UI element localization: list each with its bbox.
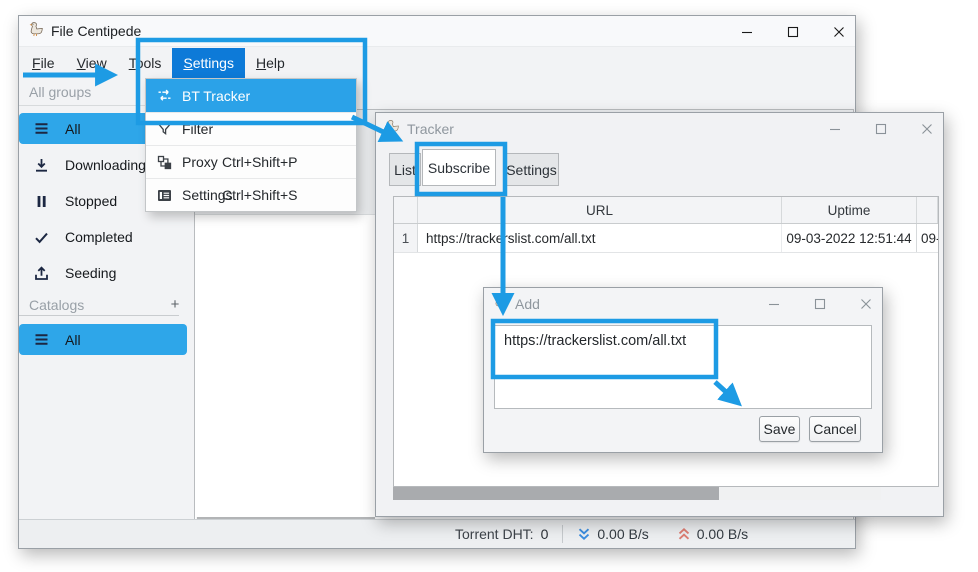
cancel-button[interactable]: Cancel [809, 416, 861, 442]
minimize-icon[interactable] [767, 297, 780, 310]
swap-arrows-icon [156, 87, 173, 104]
minimize-icon[interactable] [740, 25, 753, 38]
settings-dropdown-menu: BT Tracker Filter Proxy Ctrl+Shift+P Set… [145, 78, 357, 212]
check-icon [33, 229, 50, 246]
maximize-icon[interactable] [874, 122, 887, 135]
menu-icon [33, 120, 50, 137]
proxy-shortcut: Ctrl+Shift+P [222, 154, 297, 170]
col-added-clipped[interactable]: A [917, 197, 938, 223]
save-button[interactable]: Save [759, 416, 800, 442]
main-window-controls [740, 16, 845, 47]
menu-item-bt-tracker[interactable]: BT Tracker [146, 79, 356, 112]
tracker-window-controls [828, 113, 933, 144]
row-uptime: 09-03-2022 12:51:44 [782, 224, 917, 252]
upload-speed: 0.00 B/s [697, 526, 748, 542]
proxy-network-icon [156, 154, 173, 171]
close-icon[interactable] [920, 122, 933, 135]
app-duck-icon [385, 119, 400, 139]
close-icon[interactable] [859, 297, 872, 310]
filter-icon [156, 121, 173, 138]
pause-icon [33, 193, 50, 210]
sidebar-item-seeding[interactable]: Seeding [19, 258, 187, 288]
tracker-hscrollbar-thumb[interactable] [393, 487, 719, 500]
add-dialog: Add https://trackerslist.com/all.txt Sav… [483, 287, 883, 453]
menubar: File View Tools Settings Help [21, 48, 296, 78]
row-url: https://trackerslist.com/all.txt [418, 224, 782, 252]
add-catalog-button[interactable]: + [165, 294, 185, 316]
menu-item-settings[interactable]: Settings Ctrl+Shift+S [146, 178, 356, 211]
menu-tools[interactable]: Tools [118, 48, 173, 78]
app-duck-icon [28, 21, 44, 42]
download-speed: 0.00 B/s [597, 526, 648, 542]
col-row-number[interactable] [394, 197, 418, 223]
main-titlebar[interactable]: File Centipede [19, 16, 855, 47]
double-chevron-down-icon [577, 527, 591, 541]
table-row[interactable]: 1 https://trackerslist.com/all.txt 09-03… [394, 224, 938, 253]
minimize-icon[interactable] [828, 122, 841, 135]
tracker-hscrollbar[interactable] [393, 487, 881, 500]
menu-view[interactable]: View [66, 48, 118, 78]
sidebar-item-catalog-all[interactable]: All [19, 324, 187, 355]
tracker-url-input[interactable]: https://trackerslist.com/all.txt [494, 325, 872, 409]
settings-form-icon [156, 187, 173, 204]
status-divider [562, 525, 563, 543]
menu-item-filter[interactable]: Filter [146, 112, 356, 145]
row-number: 1 [394, 224, 418, 252]
row-added-clipped: 09-0 [917, 224, 938, 252]
main-window-title: File Centipede [51, 23, 141, 39]
dht-value: 0 [541, 526, 549, 542]
col-uptime[interactable]: Uptime [782, 197, 917, 223]
close-icon[interactable] [832, 25, 845, 38]
add-dialog-title: Add [515, 296, 540, 312]
sidebar-item-completed[interactable]: Completed [19, 222, 187, 252]
maximize-icon[interactable] [813, 297, 826, 310]
menu-help[interactable]: Help [245, 48, 296, 78]
status-bar: Torrent DHT: 0 0.00 B/s 0.00 B/s [19, 519, 855, 548]
app-duck-icon [493, 294, 508, 314]
download-icon [33, 157, 50, 174]
double-chevron-up-icon [677, 527, 691, 541]
table-header-row: URL Uptime A [394, 197, 938, 224]
catalogs-label: Catalogs [19, 294, 179, 316]
tab-list[interactable]: List [389, 153, 421, 186]
screenshot-root: File Centipede File View Tools Settings … [0, 0, 978, 572]
maximize-icon[interactable] [786, 25, 799, 38]
tab-subscribe[interactable]: Subscribe [422, 149, 496, 186]
menu-settings[interactable]: Settings [172, 48, 245, 78]
dht-label: Torrent DHT: [455, 526, 534, 542]
menu-file[interactable]: File [21, 48, 66, 78]
upload-icon [33, 265, 50, 282]
col-url[interactable]: URL [418, 197, 782, 223]
add-dialog-controls [767, 288, 872, 319]
tab-settings[interactable]: Settings [504, 153, 559, 186]
menu-item-proxy[interactable]: Proxy Ctrl+Shift+P [146, 145, 356, 178]
settings-shortcut: Ctrl+Shift+S [222, 187, 297, 203]
menu-icon [33, 331, 50, 348]
tracker-window-title: Tracker [407, 121, 454, 137]
